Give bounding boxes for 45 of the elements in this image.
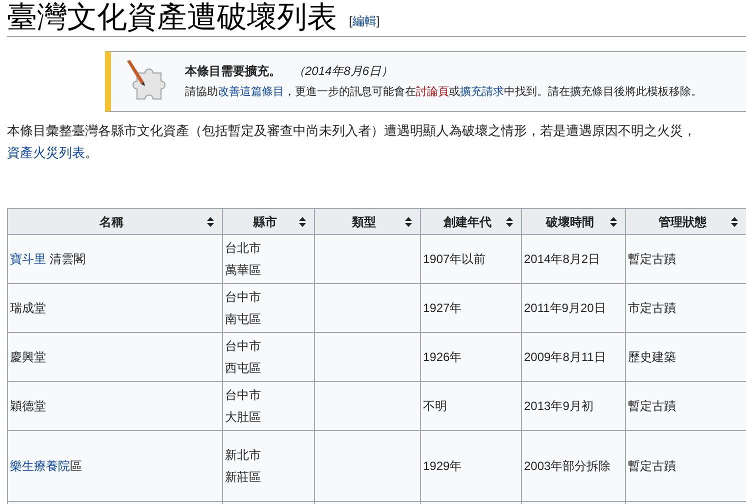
page-title: 臺灣文化資產遭破壞列表: [7, 0, 337, 36]
table-cell: 2013年9月初: [522, 382, 626, 430]
sort-icon[interactable]: [207, 216, 214, 226]
notice-title: 本條目需要擴充。: [185, 63, 281, 80]
column-header[interactable]: 管理狀態: [626, 208, 746, 234]
intro-text: 本條目彙整臺灣各縣市文化資產（包括暫定及審查中尚未列入者）遭遇明顯人為破壞之情形，若是遭遇原因不明之火災，: [7, 122, 697, 140]
sort-icon[interactable]: [506, 216, 513, 226]
table-cell: 瑞成堂: [8, 284, 222, 332]
table-cell: 1907年以前: [420, 234, 522, 284]
sort-icon[interactable]: [405, 216, 412, 226]
intro-text: 資產火災列表。: [7, 144, 99, 162]
column-header[interactable]: 創建年代: [420, 208, 522, 234]
table-cell: 台中市 西屯區: [222, 332, 314, 382]
table-cell: 樂生療養院區: [8, 430, 222, 502]
column-header[interactable]: 類型: [314, 208, 420, 234]
table-cell: 1926年: [420, 332, 522, 382]
link[interactable]: 資產火災列表: [7, 145, 85, 160]
link[interactable]: 擴充請求: [460, 86, 504, 98]
column-header[interactable]: 破壞時間: [522, 208, 626, 234]
table-cell: 新北市 新莊區: [222, 430, 314, 502]
table-cell: 1927年: [420, 284, 522, 332]
table-cell: 1929年: [420, 430, 522, 502]
table-cell: 2011年9月20日: [522, 284, 626, 332]
link[interactable]: 討論頁: [416, 86, 449, 98]
sort-icon[interactable]: [731, 216, 738, 226]
table-cell: 寶斗里 清雲閣: [8, 234, 222, 284]
column-header[interactable]: 名稱: [8, 208, 222, 234]
edit-link[interactable]: [編輯]: [349, 12, 380, 30]
table-cell: 2014年8月2日: [522, 234, 626, 284]
link[interactable]: 寶斗里: [10, 252, 46, 266]
sort-icon[interactable]: [299, 216, 306, 226]
table-cell: 2009年8月11日: [522, 332, 626, 382]
notice-date: （2014年8月6日）: [293, 63, 394, 80]
notice-text: 請協助改善這篇條目，更進一步的訊息可能會在討論頁或擴充請求中找到。請在擴充條目後將此模板移除。: [185, 84, 702, 100]
table-cell: 穎德堂: [8, 382, 222, 430]
table-cell: 台中市 南屯區: [222, 284, 314, 332]
column-header[interactable]: 縣市: [222, 208, 314, 234]
link[interactable]: 樂生療養院: [10, 459, 70, 473]
table-cell: 台中市 大肚區: [222, 382, 314, 430]
table-cell: 慶興堂: [8, 332, 222, 382]
link[interactable]: 改善這篇條目: [218, 86, 284, 98]
sort-icon[interactable]: [610, 216, 617, 226]
table-cell: 2003年部分拆除: [522, 430, 626, 502]
table-cell: 台北市 萬華區: [222, 234, 314, 284]
table-cell: 不明: [420, 382, 522, 430]
